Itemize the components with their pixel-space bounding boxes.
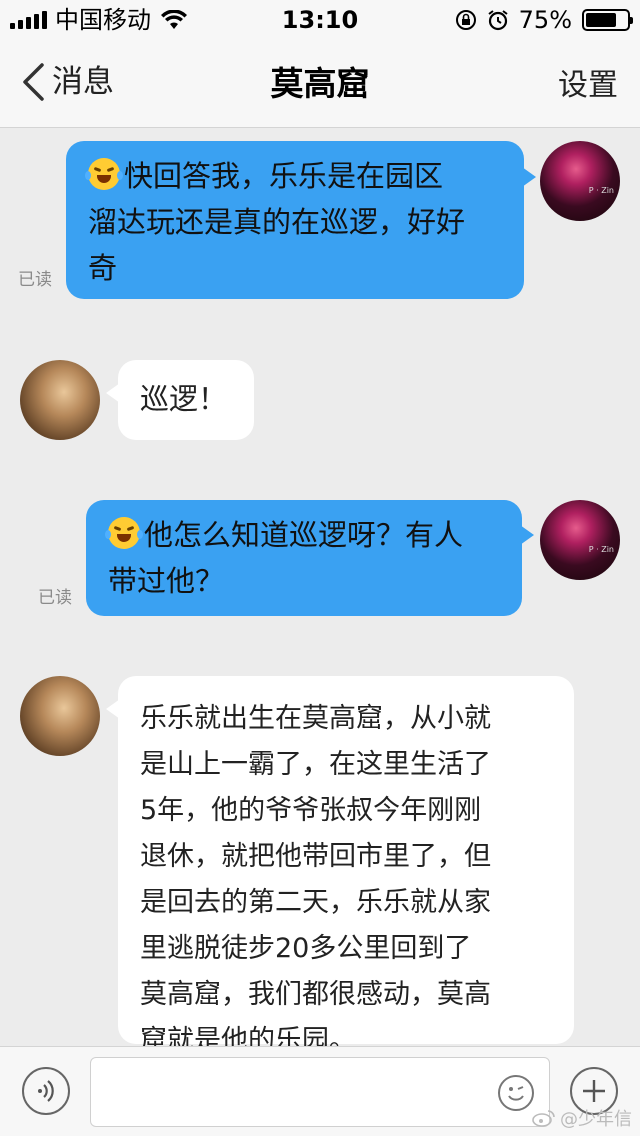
watermark: @少年信 [532, 1105, 632, 1131]
contact-avatar[interactable] [20, 676, 100, 756]
message-line: 退休，就把他带回市里了，但 [140, 841, 491, 872]
message-line: 带过他？ [108, 564, 225, 598]
battery-fill [586, 13, 616, 27]
alarm-icon [488, 10, 508, 31]
input-bar: @少年信 [0, 1046, 640, 1136]
message-line: 是回去的第二天，乐乐就从家 [140, 887, 491, 918]
my-avatar[interactable]: P · Zin [540, 141, 620, 221]
settings-button[interactable]: 设置 [558, 66, 618, 106]
message-line: 是山上一霸了，在这里生活了 [140, 749, 491, 780]
message-text: 快回答我，乐乐是在园区 溜达玩还是真的在巡逻，好好 奇 [85, 153, 504, 291]
message-bubble-outgoing[interactable]: 他怎么知道巡逻呀？有人 带过他？ [86, 500, 522, 616]
read-receipt: 已读 [38, 588, 72, 608]
message-line: 巡逻！ [140, 382, 228, 416]
message-line: 快回答我，乐乐是在园区 [85, 153, 504, 199]
message-line: 里逃脱徒步20多公里回到了 [140, 933, 472, 964]
battery-percent: 75% [518, 6, 572, 34]
message-line: 溜达玩还是真的在巡逻，好好 [88, 205, 466, 239]
voice-icon [38, 1080, 54, 1102]
message-line: 奇 [88, 251, 118, 285]
message-bubble-incoming[interactable]: 巡逻！ [118, 360, 254, 440]
status-bar: 中国移动 13:10 75% [0, 0, 640, 40]
laugh-cry-emoji-icon [105, 517, 143, 549]
page-title: 莫高窟 [270, 64, 370, 103]
smiley-icon [508, 1086, 524, 1101]
bubble-tail [522, 167, 536, 187]
battery-icon [582, 9, 633, 31]
message-text: 他怎么知道巡逻呀？有人 带过他？ [105, 512, 502, 604]
avatar-image-text: P · Zin [588, 186, 614, 195]
watermark-text: @少年信 [560, 1109, 632, 1130]
message-line: 5年，他的爷爷张叔今年刚刚 [140, 795, 482, 826]
rotation-lock-icon [455, 10, 476, 30]
message-bubble-incoming[interactable]: 乐乐就出生在莫高窟，从小就 是山上一霸了，在这里生活了 5年，他的爷爷张叔今年刚… [118, 676, 574, 1056]
my-avatar[interactable]: P · Zin [540, 500, 620, 580]
bubble-tail [520, 525, 534, 545]
avatar-image-text: P · Zin [588, 545, 614, 554]
message-bubble-outgoing[interactable]: 快回答我，乐乐是在园区 溜达玩还是真的在巡逻，好好 奇 [66, 141, 524, 299]
read-receipt: 已读 [18, 270, 52, 290]
message-input[interactable] [90, 1057, 550, 1127]
weibo-logo-icon [532, 1110, 555, 1127]
chat-list[interactable]: P · Zin 快回答我，乐乐是在园区 溜达玩还是真的在巡逻，好好 奇 已读 巡… [0, 129, 640, 1056]
message-line: 他怎么知道巡逻呀？有人 [105, 512, 502, 558]
voice-button[interactable] [22, 1067, 70, 1115]
contact-avatar[interactable] [20, 360, 100, 440]
nav-bar: 消息 莫高窟 设置 [0, 40, 640, 128]
message-line: 莫高窟，我们都很感动，莫高 [140, 979, 491, 1010]
laugh-cry-emoji-icon [85, 158, 123, 190]
status-right: 75% [455, 6, 633, 34]
emoji-button[interactable] [498, 1075, 534, 1111]
message-line: 乐乐就出生在莫高窟，从小就 [140, 703, 491, 734]
